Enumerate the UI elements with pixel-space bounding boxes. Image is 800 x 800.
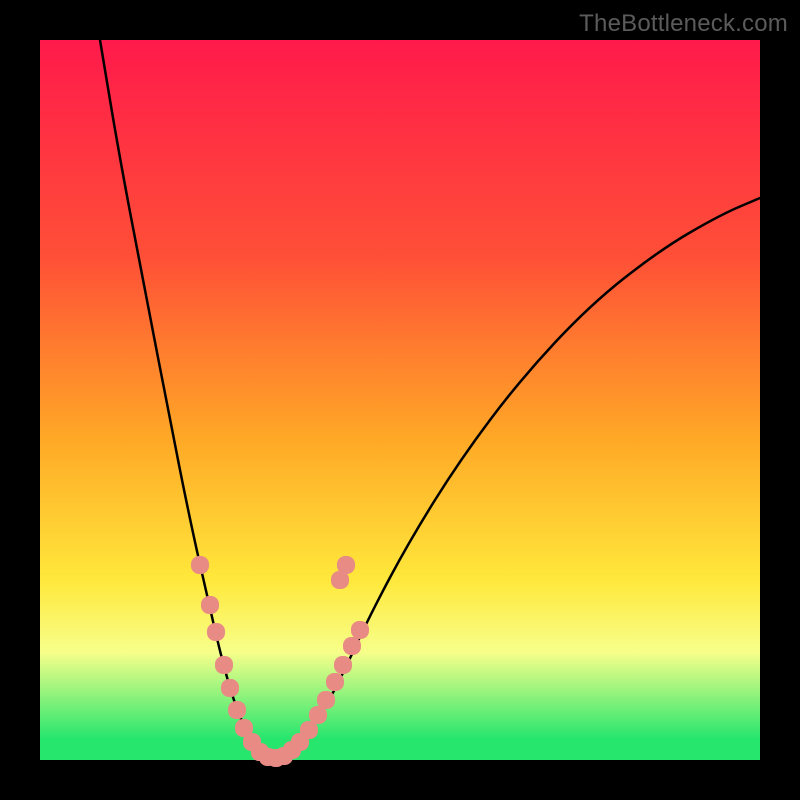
curve-marker — [215, 656, 233, 674]
curve-marker — [334, 656, 352, 674]
curve-marker — [351, 621, 369, 639]
plot-area — [40, 40, 760, 760]
curve-marker — [221, 679, 239, 697]
curve-marker — [228, 701, 246, 719]
curve-marker — [317, 691, 335, 709]
bottleneck-curve — [100, 40, 760, 757]
markers-right-group — [275, 556, 369, 765]
curve-marker — [207, 623, 225, 641]
curve-marker — [326, 673, 344, 691]
chart-stage: TheBottleneck.com — [0, 0, 800, 800]
watermark-text: TheBottleneck.com — [579, 10, 788, 38]
curve-marker — [343, 637, 361, 655]
curve-marker — [191, 556, 209, 574]
curve-marker — [201, 596, 219, 614]
curve-svg — [40, 40, 760, 760]
curve-marker — [337, 556, 355, 574]
